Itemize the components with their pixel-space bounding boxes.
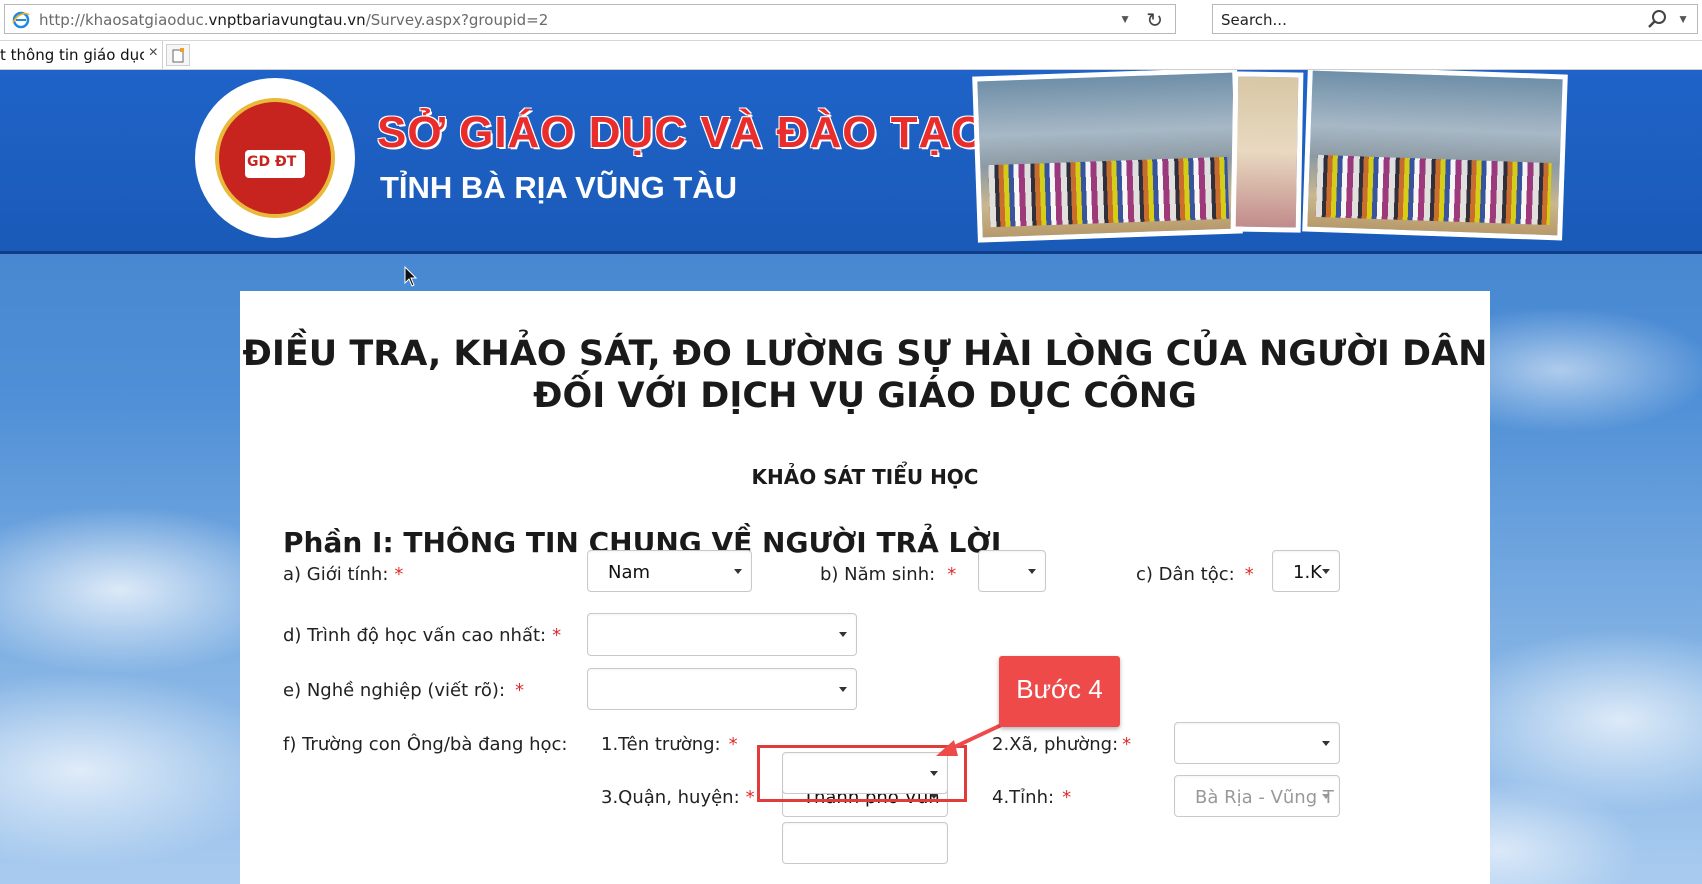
ethnicity-select[interactable]: 1.K: [1272, 550, 1340, 592]
required-mark: *: [947, 564, 957, 585]
url-dropdown-icon[interactable]: ▼: [1119, 12, 1131, 26]
logo-emblem: GD ĐT: [215, 98, 335, 218]
chevron-down-icon: [839, 632, 847, 637]
province-value: Bà Rịa - Vũng T: [1195, 787, 1334, 808]
required-mark: *: [1062, 787, 1072, 808]
required-mark: *: [745, 787, 755, 808]
department-logo: GD ĐT: [195, 78, 355, 238]
url-field[interactable]: http://khaosatgiaoduc.vnptbariavungtau.v…: [4, 4, 1176, 34]
ward-select[interactable]: [1174, 722, 1340, 764]
school-name-select-placeholder: [782, 822, 948, 864]
gender-select[interactable]: Nam: [587, 550, 752, 592]
banner-title: SỞ GIÁO DỤC VÀ ĐÀO TẠO: [377, 108, 987, 157]
banner-photo-3: [1302, 70, 1568, 241]
photo-people: [1315, 154, 1552, 226]
required-mark: *: [394, 564, 404, 585]
url-text: http://khaosatgiaoduc.vnptbariavungtau.v…: [39, 11, 549, 29]
required-mark: *: [728, 734, 738, 755]
callout-text: Bước 4: [1016, 674, 1103, 704]
chevron-down-icon: [1322, 569, 1330, 574]
close-icon[interactable]: ×: [149, 44, 158, 62]
banner-subtitle: TỈNH BÀ RỊA VŨNG TÀU: [380, 170, 738, 205]
chevron-down-icon: [1028, 569, 1036, 574]
chevron-down-icon: [839, 687, 847, 692]
occupation-select[interactable]: [587, 668, 857, 710]
banner-photo-1: [972, 70, 1243, 243]
tab-title: t thông tin giáo dục...: [0, 46, 144, 64]
required-mark: *: [515, 680, 525, 701]
new-tab-icon: [172, 48, 184, 63]
occupation-label: e) Nghề nghiệp (viết rõ): *: [283, 680, 525, 701]
photo-people: [988, 156, 1230, 228]
chevron-down-icon: [1322, 794, 1330, 799]
education-label: d) Trình độ học vấn cao nhất: *: [283, 625, 562, 646]
search-dropdown-icon[interactable]: ▼: [1677, 12, 1689, 26]
school-group-label: f) Trường con Ông/bà đang học:: [283, 734, 568, 755]
search-box[interactable]: ▼: [1212, 4, 1698, 34]
school-name-label: 1.Tên trường: *: [601, 734, 738, 755]
province-select: Bà Rịa - Vũng T: [1174, 775, 1340, 817]
ethnicity-value: 1.K: [1293, 562, 1322, 583]
browser-tab[interactable]: t thông tin giáo dục... ×: [0, 41, 163, 69]
required-mark: *: [552, 625, 562, 646]
browser-tab-bar: t thông tin giáo dục... ×: [0, 41, 1702, 70]
banner-photo-2: [1230, 71, 1304, 233]
site-banner: GD ĐT SỞ GIÁO DỤC VÀ ĐÀO TẠO TỈNH BÀ RỊA…: [0, 70, 1702, 254]
survey-subtitle: KHẢO SÁT TIỂU HỌC: [751, 465, 979, 489]
new-tab-button[interactable]: [166, 44, 190, 66]
title-line-1: ĐIỀU TRA, KHẢO SÁT, ĐO LƯỜNG SỰ HÀI LÒNG…: [242, 334, 1488, 374]
gender-label: a) Giới tính: *: [283, 564, 404, 585]
chevron-down-icon: [1322, 741, 1330, 746]
ie-logo-icon: [12, 11, 30, 29]
required-mark: *: [1122, 734, 1132, 755]
browser-address-bar: http://khaosatgiaoduc.vnptbariavungtau.v…: [0, 0, 1702, 41]
page-title: ĐIỀU TRA, KHẢO SÁT, ĐO LƯỜNG SỰ HÀI LÒNG…: [240, 333, 1490, 417]
title-line-2: ĐỐI VỚI DỊCH VỤ GIÁO DỤC CÔNG: [533, 376, 1197, 416]
search-icon[interactable]: [1647, 9, 1667, 29]
required-mark: *: [1244, 564, 1254, 585]
search-input[interactable]: [1219, 8, 1603, 32]
birth-year-label: b) Năm sinh: *: [820, 564, 957, 585]
province-label: 4.Tỉnh: *: [992, 787, 1072, 808]
gender-value: Nam: [608, 562, 651, 583]
chevron-down-icon: [734, 569, 742, 574]
logo-text: GD ĐT: [247, 154, 297, 170]
annotation-callout: Bước 4: [999, 656, 1120, 727]
district-label: 3.Quận, huyện: *: [601, 787, 755, 808]
mouse-cursor-icon: [404, 266, 418, 287]
birth-year-select[interactable]: [978, 550, 1046, 592]
education-select[interactable]: [587, 613, 857, 656]
refresh-icon[interactable]: ↻: [1146, 8, 1163, 33]
ethnicity-label: c) Dân tộc: *: [1136, 564, 1254, 585]
